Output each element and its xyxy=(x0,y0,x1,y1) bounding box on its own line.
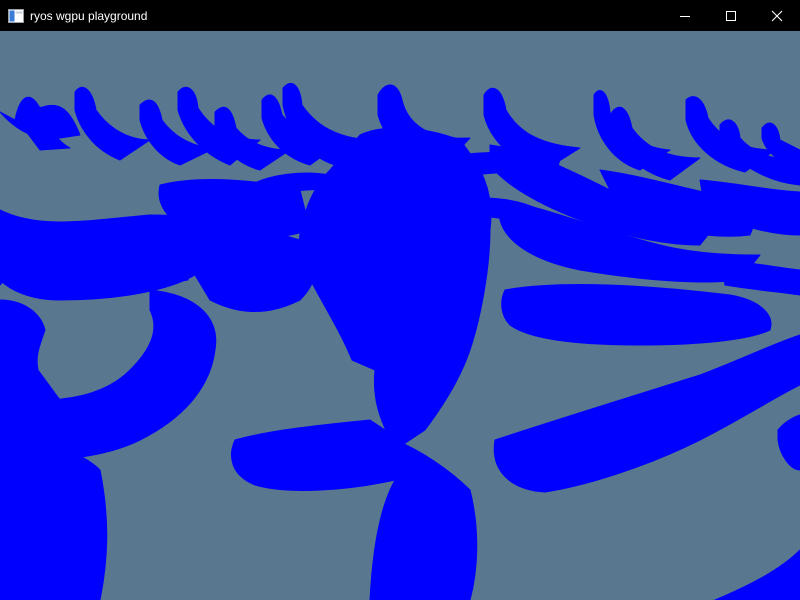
maximize-button[interactable] xyxy=(708,0,754,31)
title-bar[interactable]: ryos wgpu playground xyxy=(0,0,800,31)
app-window-icon xyxy=(8,8,24,24)
scene-canvas[interactable] xyxy=(0,31,800,600)
close-button[interactable] xyxy=(754,0,800,31)
maximize-icon xyxy=(726,10,736,21)
window-controls xyxy=(662,0,800,31)
minimize-icon xyxy=(680,15,690,17)
minimize-button[interactable] xyxy=(662,0,708,31)
render-viewport[interactable] xyxy=(0,31,800,600)
close-icon xyxy=(771,10,783,21)
app-window: ryos wgpu playground xyxy=(0,0,800,600)
window-title: ryos wgpu playground xyxy=(30,8,148,23)
